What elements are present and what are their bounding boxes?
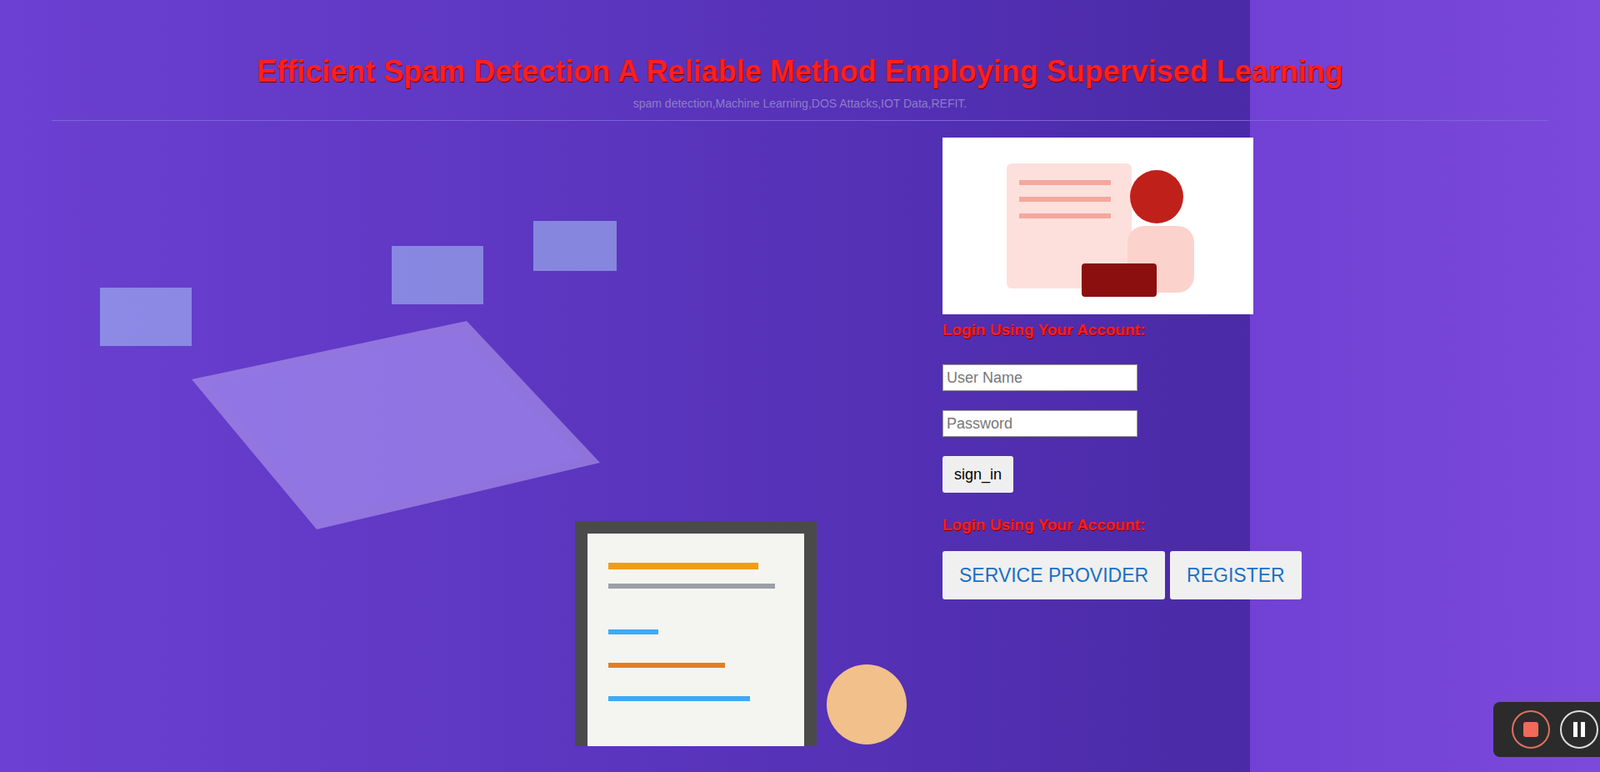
background-illustration — [0, 129, 943, 746]
other-login-heading: Login Using Your Account: — [942, 514, 1145, 536]
sign-in-button[interactable]: sign_in — [942, 455, 1014, 493]
pause-button[interactable] — [1560, 710, 1599, 749]
header: Efficient Spam Detection A Reliable Meth… — [0, 0, 1600, 112]
login-form: sign_in — [942, 364, 1138, 493]
login-panel: Login Using Your Account: sign_in Login Us… — [942, 120, 1302, 772]
stop-icon — [1522, 720, 1540, 738]
account-buttons: SERVICE PROVIDERREGISTER — [942, 550, 1302, 600]
illustration-area — [0, 120, 943, 772]
login-illustration — [965, 146, 1232, 305]
login-page: Efficient Spam Detection A Reliable Meth… — [0, 0, 1600, 772]
stop-button[interactable] — [1511, 710, 1550, 749]
password-input[interactable] — [942, 410, 1138, 437]
register-button[interactable]: REGISTER — [1170, 550, 1302, 600]
service-provider-button[interactable]: SERVICE PROVIDER — [942, 550, 1165, 600]
page-subtitle: spam detection,Machine Learning,DOS Atta… — [633, 95, 967, 112]
pause-icon — [1571, 720, 1587, 738]
username-input[interactable] — [942, 364, 1138, 391]
recorder-controls — [1493, 701, 1600, 757]
login-image — [942, 137, 1254, 315]
login-heading: Login Using Your Account: — [942, 319, 1145, 341]
content: Login Using Your Account: sign_in Login Us… — [0, 120, 1600, 772]
header-divider — [51, 120, 1549, 121]
page-title: Efficient Spam Detection A Reliable Meth… — [256, 51, 1344, 92]
